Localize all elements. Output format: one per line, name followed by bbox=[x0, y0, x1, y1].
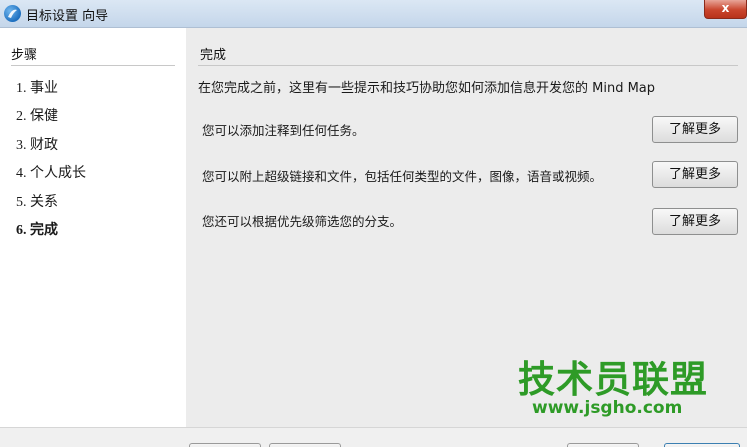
footer-button-3[interactable] bbox=[567, 443, 639, 447]
page-title: 完成 bbox=[200, 48, 227, 63]
steps-header: 步骤 bbox=[11, 48, 38, 63]
title-bar: 目标设置 向导 x bbox=[0, 0, 747, 28]
footer-button-4[interactable] bbox=[664, 443, 740, 447]
footer-button-2[interactable] bbox=[269, 443, 341, 447]
tip-text-links: 您可以附上超级链接和文件，包括任何类型的文件，图像，语音或视频。 bbox=[202, 169, 603, 184]
steps-sidebar: 步骤 1. 事业 2. 保健 3. 财政 4. 个人成长 5. 关系 6. 完成 bbox=[0, 28, 186, 447]
step-item-relationships[interactable]: 5. 关系 bbox=[16, 191, 58, 211]
step-item-finish[interactable]: 6. 完成 bbox=[16, 219, 58, 239]
steps-divider bbox=[11, 65, 175, 66]
watermark-text: 技术员联盟 bbox=[518, 358, 708, 401]
app-logo-icon bbox=[4, 5, 21, 22]
title-divider bbox=[198, 65, 738, 66]
watermark-url: www.jsgho.com bbox=[532, 398, 683, 418]
intro-text: 在您完成之前，这里有一些提示和技巧协助您如何添加信息开发您的 Mind Map bbox=[198, 81, 656, 96]
learn-more-button-notes[interactable]: 了解更多 bbox=[652, 116, 738, 143]
step-item-finance[interactable]: 3. 财政 bbox=[16, 134, 58, 154]
step-item-personal-growth[interactable]: 4. 个人成长 bbox=[16, 162, 86, 182]
tip-text-notes: 您可以添加注释到任何任务。 bbox=[202, 123, 365, 138]
tip-text-filter: 您还可以根据优先级筛选您的分支。 bbox=[202, 214, 403, 229]
learn-more-button-links[interactable]: 了解更多 bbox=[652, 161, 738, 188]
close-button[interactable]: x bbox=[704, 0, 747, 19]
window-title: 目标设置 向导 bbox=[26, 9, 109, 24]
step-item-career[interactable]: 1. 事业 bbox=[16, 77, 58, 97]
step-item-health[interactable]: 2. 保健 bbox=[16, 105, 58, 125]
learn-more-button-filter[interactable]: 了解更多 bbox=[652, 208, 738, 235]
footer-button-1[interactable] bbox=[189, 443, 261, 447]
